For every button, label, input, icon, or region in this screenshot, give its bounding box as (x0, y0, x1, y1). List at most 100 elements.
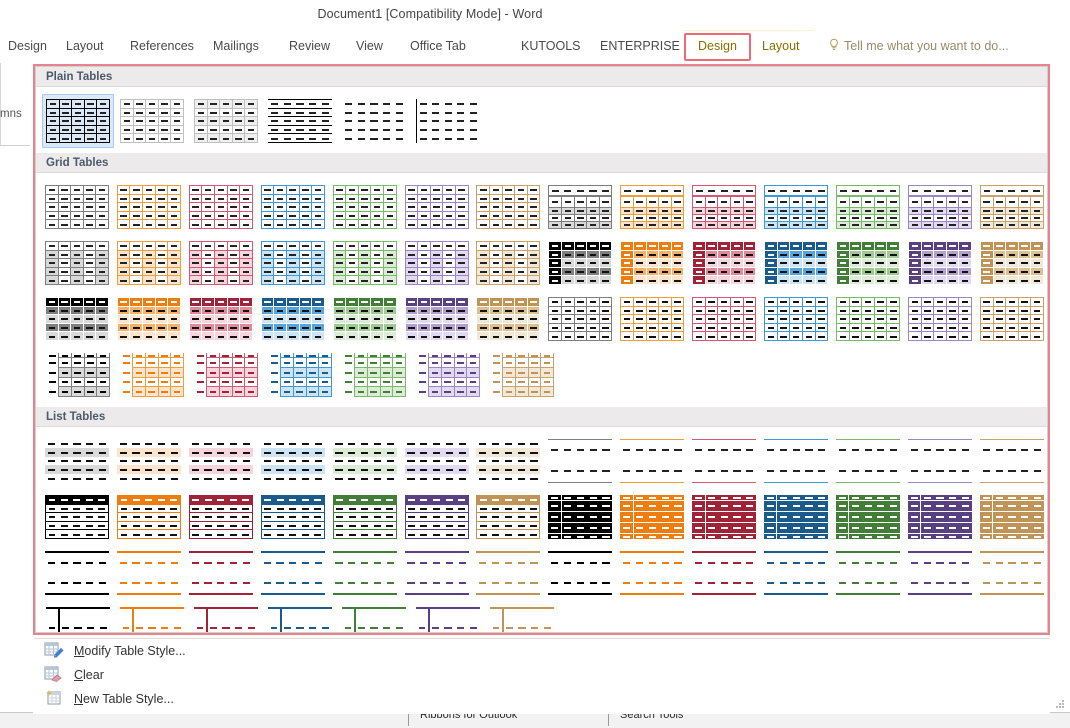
table-style-item-grid3-purple[interactable] (402, 236, 472, 290)
table-style-item-list7-gray[interactable] (42, 602, 114, 633)
table-style-item-list2-blue[interactable] (761, 434, 831, 488)
table-style-item-list4-orange[interactable] (617, 490, 687, 544)
table-style-item-list4-tan[interactable] (977, 490, 1047, 544)
table-style-item-list1-tan[interactable] (474, 434, 544, 488)
table-style-item-plain-4[interactable] (264, 94, 336, 148)
table-style-item-grid6-purple[interactable] (905, 292, 975, 346)
table-style-item-grid2-purple[interactable] (905, 180, 975, 234)
table-style-item-grid2-green[interactable] (833, 180, 903, 234)
table-style-item-list5-tan[interactable] (474, 546, 544, 600)
table-style-item-list6-orange[interactable] (617, 546, 687, 600)
ribbon-tab-enterprise[interactable]: ENTERPRISE (594, 31, 686, 62)
table-style-item-list3-purple[interactable] (402, 490, 472, 544)
table-style-item-list6-purple[interactable] (905, 546, 975, 600)
table-style-item-grid1-red[interactable] (186, 180, 256, 234)
table-style-item-grid7-orange[interactable] (116, 348, 188, 402)
table-style-item-list2-green[interactable] (833, 434, 903, 488)
table-style-item-list5-red[interactable] (186, 546, 256, 600)
table-style-item-grid6-orange[interactable] (617, 292, 687, 346)
command-modify-table-style[interactable]: Modify Table Style... (34, 639, 1049, 663)
table-style-item-grid5-gray[interactable] (42, 292, 112, 346)
table-style-item-grid4-orange[interactable] (617, 236, 687, 290)
ribbon-tab-kutools[interactable]: KUTOOLS (515, 31, 587, 62)
table-style-item-list2-orange[interactable] (617, 434, 687, 488)
table-style-item-list4-green[interactable] (833, 490, 903, 544)
table-style-item-grid2-orange[interactable] (617, 180, 687, 234)
table-style-item-grid5-red[interactable] (186, 292, 256, 346)
ribbon-tab-view[interactable]: View (350, 31, 389, 62)
table-style-item-grid6-green[interactable] (833, 292, 903, 346)
table-style-item-grid5-green[interactable] (330, 292, 400, 346)
table-style-item-grid7-tan[interactable] (486, 348, 558, 402)
table-style-item-grid7-green[interactable] (338, 348, 410, 402)
table-style-item-grid1-green[interactable] (330, 180, 400, 234)
tell-me-box[interactable]: Tell me what you want to do... (828, 31, 1009, 62)
table-style-item-list3-blue[interactable] (258, 490, 328, 544)
table-style-item-plain-3[interactable] (190, 94, 262, 148)
table-style-item-grid7-gray[interactable] (42, 348, 114, 402)
table-style-item-grid7-blue[interactable] (264, 348, 336, 402)
table-style-item-grid2-red[interactable] (689, 180, 759, 234)
table-style-item-grid4-red[interactable] (689, 236, 759, 290)
table-style-item-list7-purple[interactable] (412, 602, 484, 633)
table-style-item-list6-blue[interactable] (761, 546, 831, 600)
table-style-item-list6-green[interactable] (833, 546, 903, 600)
resize-grip-icon[interactable] (1056, 700, 1064, 708)
table-style-item-list2-red[interactable] (689, 434, 759, 488)
table-style-item-list4-blue[interactable] (761, 490, 831, 544)
table-style-item-grid7-purple[interactable] (412, 348, 484, 402)
table-style-item-list2-purple[interactable] (905, 434, 975, 488)
table-style-item-grid4-gray[interactable] (545, 236, 615, 290)
table-style-item-list6-gray[interactable] (545, 546, 615, 600)
table-style-item-grid1-gray[interactable] (42, 180, 112, 234)
table-style-item-grid3-green[interactable] (330, 236, 400, 290)
ribbon-tab-mailings[interactable]: Mailings (207, 31, 265, 62)
table-style-item-list5-green[interactable] (330, 546, 400, 600)
ribbon-tab-review[interactable]: Review (283, 31, 336, 62)
table-style-item-list2-tan[interactable] (977, 434, 1047, 488)
table-style-item-list1-purple[interactable] (402, 434, 472, 488)
table-style-item-grid5-blue[interactable] (258, 292, 328, 346)
table-style-item-grid5-orange[interactable] (114, 292, 184, 346)
table-style-item-grid4-blue[interactable] (761, 236, 831, 290)
table-style-item-list3-gray[interactable] (42, 490, 112, 544)
ribbon-tab-layout[interactable]: Layout (60, 31, 110, 62)
table-style-item-list7-red[interactable] (190, 602, 262, 633)
table-style-item-grid7-red[interactable] (190, 348, 262, 402)
ribbon-tab-layout-contextual[interactable]: Layout (756, 31, 806, 62)
table-style-item-plain-2[interactable] (116, 94, 188, 148)
table-style-item-grid3-red[interactable] (186, 236, 256, 290)
table-style-item-grid3-orange[interactable] (114, 236, 184, 290)
table-style-item-plain-6[interactable] (412, 94, 484, 148)
table-style-item-grid4-green[interactable] (833, 236, 903, 290)
command-clear[interactable]: Clear (34, 663, 1049, 687)
table-style-item-list4-gray[interactable] (545, 490, 615, 544)
table-style-item-grid2-tan[interactable] (977, 180, 1047, 234)
table-style-item-plain-1[interactable] (42, 94, 114, 148)
table-style-item-grid4-purple[interactable] (905, 236, 975, 290)
table-style-item-grid5-purple[interactable] (402, 292, 472, 346)
table-style-item-list2-gray[interactable] (545, 434, 615, 488)
ribbon-tab-office-tab[interactable]: Office Tab (404, 31, 472, 62)
table-style-item-list4-purple[interactable] (905, 490, 975, 544)
table-style-item-plain-5[interactable] (338, 94, 410, 148)
table-style-item-list3-green[interactable] (330, 490, 400, 544)
table-style-item-list5-purple[interactable] (402, 546, 472, 600)
table-style-item-grid1-blue[interactable] (258, 180, 328, 234)
table-style-item-list6-red[interactable] (689, 546, 759, 600)
table-style-item-grid6-red[interactable] (689, 292, 759, 346)
table-style-item-list1-green[interactable] (330, 434, 400, 488)
table-style-item-grid1-purple[interactable] (402, 180, 472, 234)
table-style-item-list3-red[interactable] (186, 490, 256, 544)
table-style-item-grid3-blue[interactable] (258, 236, 328, 290)
table-style-item-grid3-gray[interactable] (42, 236, 112, 290)
table-style-item-list7-orange[interactable] (116, 602, 188, 633)
table-style-item-list1-gray[interactable] (42, 434, 112, 488)
table-style-item-list1-orange[interactable] (114, 434, 184, 488)
table-style-item-list7-green[interactable] (338, 602, 410, 633)
table-style-item-grid3-tan[interactable] (474, 236, 544, 290)
table-style-item-list1-red[interactable] (186, 434, 256, 488)
table-style-item-list3-tan[interactable] (474, 490, 544, 544)
table-style-item-grid6-blue[interactable] (761, 292, 831, 346)
table-style-item-grid2-gray[interactable] (545, 180, 615, 234)
